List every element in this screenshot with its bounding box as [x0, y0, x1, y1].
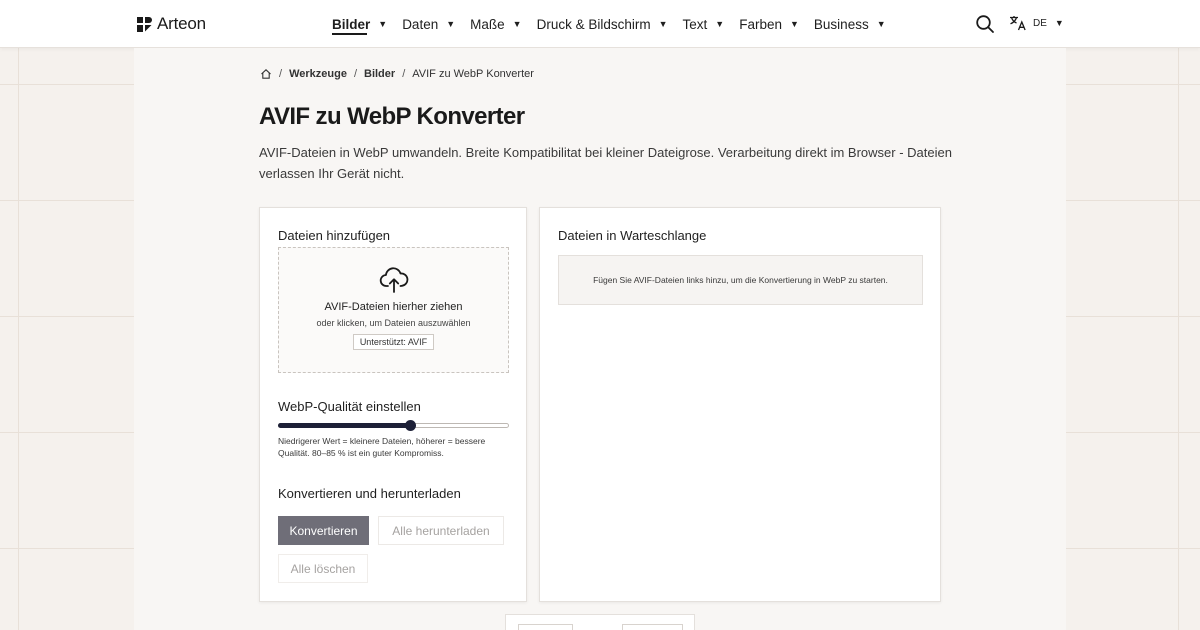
caret-down-icon: ▼ — [790, 19, 799, 29]
nav-label: Bilder — [332, 16, 371, 32]
nav-item-business[interactable]: Business ▼ — [814, 0, 886, 48]
caret-down-icon: ▼ — [876, 19, 886, 29]
nav-label: Text — [682, 16, 708, 32]
slider-thumb[interactable] — [404, 420, 416, 431]
queue-panel: Dateien in Warteschlange Fügen Sie AVIF-… — [539, 207, 941, 602]
queue-heading: Dateien in Warteschlange — [558, 228, 707, 243]
dropzone[interactable]: AVIF-Dateien hierher ziehen oder klicken… — [278, 247, 509, 373]
language-code: DE — [1033, 17, 1047, 29]
breadcrumb-separator: / — [402, 68, 406, 80]
upload-heading: Dateien hinzufügen — [278, 228, 391, 243]
nav-item-druck[interactable]: Druck & Bildschirm ▼ — [537, 0, 668, 48]
top-header: Arteon Bilder ▼ Daten ▼ Maße ▼ Druck & Bild… — [0, 0, 1200, 48]
actions-heading: Konvertieren und herunterladen — [278, 486, 461, 501]
language-selector[interactable]: DE ▼ — [1009, 15, 1064, 31]
slider-fill — [278, 423, 410, 428]
download-all-button[interactable]: Alle herunterladen — [378, 516, 504, 545]
caret-down-icon: ▼ — [512, 19, 522, 29]
home-icon[interactable] — [260, 68, 272, 80]
brand-name: Arteon — [157, 14, 206, 33]
queue-empty-state: Fügen Sie AVIF-Dateien links hinzu, um d… — [558, 255, 923, 305]
nav-label: Business — [813, 16, 869, 32]
nav-label: Daten — [402, 16, 439, 32]
breadcrumb-bilder[interactable]: Bilder — [364, 68, 395, 80]
caret-down-icon: ▼ — [1054, 18, 1064, 28]
nav-item-farben[interactable]: Farben ▼ — [739, 0, 799, 48]
translate-icon — [1010, 16, 1026, 31]
nav-label: Farben — [739, 16, 782, 32]
caret-down-icon: ▼ — [715, 19, 725, 29]
breadcrumb-werkzeuge[interactable]: Werkzeuge — [289, 68, 347, 80]
nav-label: Maße — [470, 16, 505, 32]
page-description: AVIF-Dateien in WebP umwandeln. Breite K… — [259, 145, 952, 181]
bottom-button[interactable] — [622, 624, 683, 630]
search-icon — [976, 15, 994, 33]
quality-hint: Niedrigerer Wert = kleinere Dateien, höh… — [278, 436, 486, 458]
convert-button[interactable]: Konvertieren — [278, 516, 369, 545]
breadcrumb: / Werkzeuge / Bilder / AVIF zu WebP Konv… — [260, 68, 534, 80]
page-title: AVIF zu WebP Konverter — [259, 103, 525, 130]
nav-item-masse[interactable]: Maße ▼ — [470, 0, 521, 48]
quality-heading: WebP-Qualität einstellen — [278, 399, 421, 414]
dropzone-title: AVIF-Dateien hierher ziehen — [324, 301, 463, 313]
logo[interactable]: Arteon — [137, 14, 206, 34]
nav-item-text[interactable]: Text ▼ — [683, 0, 725, 48]
search-button[interactable] — [975, 14, 995, 34]
nav-item-bilder[interactable]: Bilder ▼ — [332, 0, 387, 48]
caret-down-icon: ▼ — [658, 19, 668, 29]
supported-formats-badge: Unterstützt: AVIF — [352, 334, 435, 350]
bottom-button[interactable] — [518, 624, 573, 630]
nav-label: Druck & Bildschirm — [536, 16, 651, 32]
logo-icon — [137, 16, 152, 32]
breadcrumb-separator: / — [279, 68, 283, 80]
breadcrumb-current: AVIF zu WebP Konverter — [412, 68, 534, 80]
quality-slider[interactable] — [278, 420, 509, 431]
bottom-panel — [505, 614, 695, 630]
delete-all-button[interactable]: Alle löschen — [278, 554, 368, 583]
nav-item-daten[interactable]: Daten ▼ — [402, 0, 455, 48]
cloud-upload-icon — [379, 267, 408, 293]
upload-panel: Dateien hinzufügen AVIF-Dateien hierher … — [259, 207, 527, 602]
main-nav: Bilder ▼ Daten ▼ Maße ▼ Druck & Bildschirm ▼… — [332, 0, 901, 48]
main-content: / Werkzeuge / Bilder / AVIF zu WebP Konv… — [134, 48, 1066, 630]
caret-down-icon: ▼ — [378, 19, 388, 29]
dropzone-subtitle: oder klicken, um Dateien auszuwählen — [316, 318, 471, 328]
caret-down-icon: ▼ — [446, 19, 456, 29]
breadcrumb-separator: / — [353, 68, 357, 80]
